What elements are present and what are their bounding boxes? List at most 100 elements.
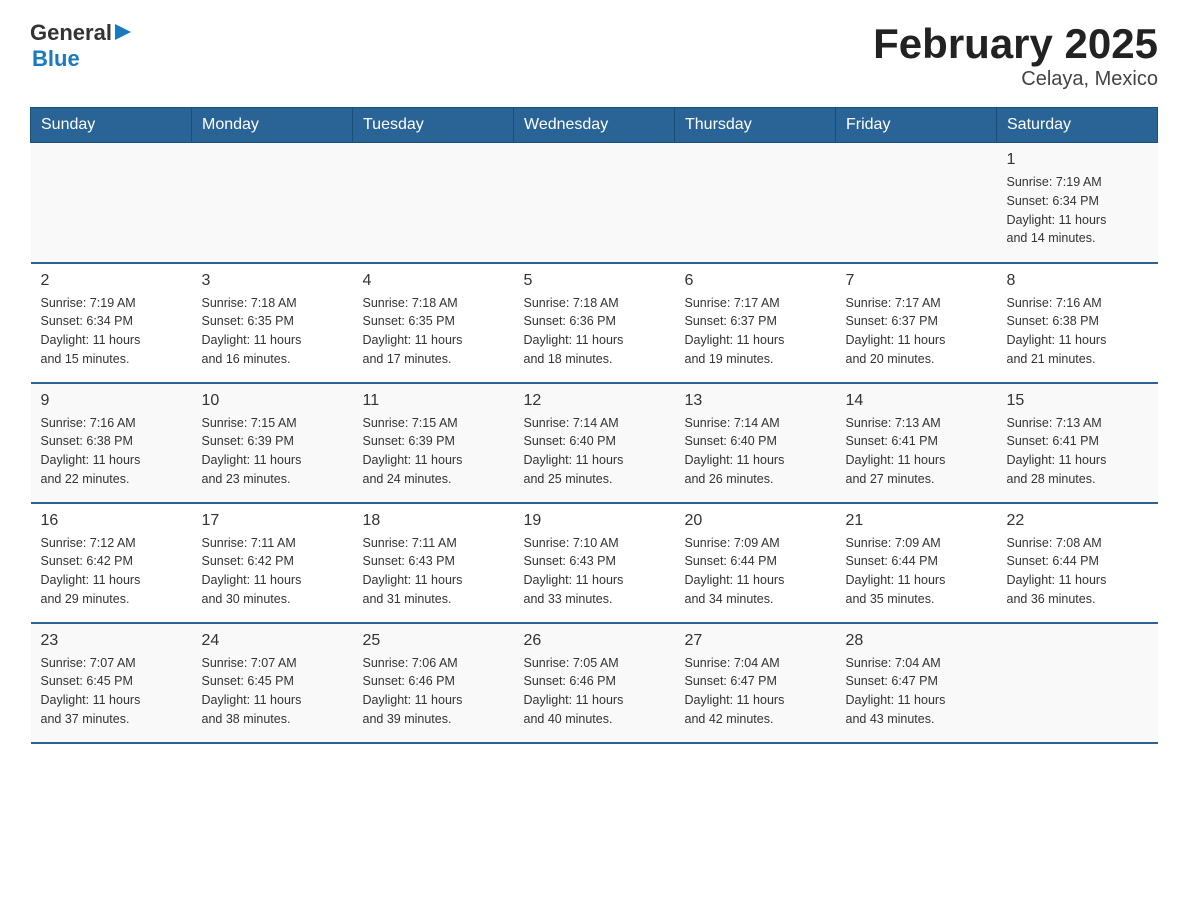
calendar-cell: 11Sunrise: 7:15 AM Sunset: 6:39 PM Dayli… [353, 383, 514, 503]
logo: General Blue [30, 20, 131, 72]
title-section: February 2025 Celaya, Mexico [873, 20, 1158, 91]
day-header-sunday: Sunday [31, 108, 192, 143]
calendar-cell [997, 623, 1158, 743]
day-number: 19 [524, 512, 665, 530]
day-info: Sunrise: 7:14 AM Sunset: 6:40 PM Dayligh… [685, 414, 826, 489]
calendar-cell: 4Sunrise: 7:18 AM Sunset: 6:35 PM Daylig… [353, 263, 514, 383]
day-info: Sunrise: 7:19 AM Sunset: 6:34 PM Dayligh… [41, 294, 182, 369]
logo-arrow-icon [115, 24, 131, 45]
day-number: 13 [685, 392, 826, 410]
day-number: 27 [685, 632, 826, 650]
day-number: 10 [202, 392, 343, 410]
calendar-cell: 2 Sunrise: 7:19 AM Sunset: 6:34 PM Daylig… [31, 263, 192, 383]
day-header-monday: Monday [192, 108, 353, 143]
day-info: Sunrise: 7:04 AM Sunset: 6:47 PM Dayligh… [846, 654, 987, 729]
day-info: Sunrise: 7:14 AM Sunset: 6:40 PM Dayligh… [524, 414, 665, 489]
day-info: Sunrise: 7:18 AM Sunset: 6:36 PM Dayligh… [524, 294, 665, 369]
day-number: 3 [202, 272, 343, 290]
page-title: February 2025 [873, 20, 1158, 68]
day-info: Sunrise: 7:05 AM Sunset: 6:46 PM Dayligh… [524, 654, 665, 729]
day-info: Sunrise: 7:11 AM Sunset: 6:43 PM Dayligh… [363, 534, 504, 609]
day-info: Sunrise: 7:18 AM Sunset: 6:35 PM Dayligh… [202, 294, 343, 369]
day-number: 18 [363, 512, 504, 530]
calendar-cell: 10Sunrise: 7:15 AM Sunset: 6:39 PM Dayli… [192, 383, 353, 503]
day-number: 7 [846, 272, 987, 290]
calendar-cell [836, 143, 997, 263]
day-number: 5 [524, 272, 665, 290]
week-row-3: 9Sunrise: 7:16 AM Sunset: 6:38 PM Daylig… [31, 383, 1158, 503]
calendar-cell: 3 Sunrise: 7:18 AM Sunset: 6:35 PM Daylig… [192, 263, 353, 383]
day-number: 20 [685, 512, 826, 530]
calendar-cell: 21 Sunrise: 7:09 AM Sunset: 6:44 PM Dayli… [836, 503, 997, 623]
week-row-4: 16 Sunrise: 7:12 AM Sunset: 6:42 PM Dayli… [31, 503, 1158, 623]
page-header: General Blue February 2025 Celaya, Mexic… [30, 20, 1158, 91]
day-number: 1 [1007, 151, 1148, 169]
day-info: Sunrise: 7:15 AM Sunset: 6:39 PM Dayligh… [363, 414, 504, 489]
week-row-2: 2 Sunrise: 7:19 AM Sunset: 6:34 PM Daylig… [31, 263, 1158, 383]
week-row-1: 1 Sunrise: 7:19 AM Sunset: 6:34 PM Daylig… [31, 143, 1158, 263]
day-info: Sunrise: 7:16 AM Sunset: 6:38 PM Dayligh… [1007, 294, 1148, 369]
calendar-cell: 16 Sunrise: 7:12 AM Sunset: 6:42 PM Dayli… [31, 503, 192, 623]
calendar-cell: 8 Sunrise: 7:16 AM Sunset: 6:38 PM Daylig… [997, 263, 1158, 383]
calendar-cell: 17 Sunrise: 7:11 AM Sunset: 6:42 PM Dayli… [192, 503, 353, 623]
calendar-cell: 6 Sunrise: 7:17 AM Sunset: 6:37 PM Daylig… [675, 263, 836, 383]
day-header-saturday: Saturday [997, 108, 1158, 143]
day-number: 12 [524, 392, 665, 410]
calendar-cell: 27 Sunrise: 7:04 AM Sunset: 6:47 PM Dayli… [675, 623, 836, 743]
day-number: 28 [846, 632, 987, 650]
day-info: Sunrise: 7:04 AM Sunset: 6:47 PM Dayligh… [685, 654, 826, 729]
calendar-cell: 22Sunrise: 7:08 AM Sunset: 6:44 PM Dayli… [997, 503, 1158, 623]
calendar-cell: 12 Sunrise: 7:14 AM Sunset: 6:40 PM Dayli… [514, 383, 675, 503]
calendar-cell: 7 Sunrise: 7:17 AM Sunset: 6:37 PM Daylig… [836, 263, 997, 383]
logo-blue-text: Blue [32, 46, 80, 71]
calendar-cell [675, 143, 836, 263]
calendar-cell [31, 143, 192, 263]
calendar-cell: 5 Sunrise: 7:18 AM Sunset: 6:36 PM Daylig… [514, 263, 675, 383]
day-info: Sunrise: 7:18 AM Sunset: 6:35 PM Dayligh… [363, 294, 504, 369]
calendar-cell: 18 Sunrise: 7:11 AM Sunset: 6:43 PM Dayli… [353, 503, 514, 623]
day-header-tuesday: Tuesday [353, 108, 514, 143]
calendar-cell [192, 143, 353, 263]
day-number: 16 [41, 512, 182, 530]
calendar-cell [353, 143, 514, 263]
calendar-table: SundayMondayTuesdayWednesdayThursdayFrid… [30, 107, 1158, 744]
day-header-friday: Friday [836, 108, 997, 143]
calendar-cell: 9Sunrise: 7:16 AM Sunset: 6:38 PM Daylig… [31, 383, 192, 503]
day-number: 2 [41, 272, 182, 290]
calendar-cell: 13 Sunrise: 7:14 AM Sunset: 6:40 PM Dayli… [675, 383, 836, 503]
day-info: Sunrise: 7:13 AM Sunset: 6:41 PM Dayligh… [846, 414, 987, 489]
day-info: Sunrise: 7:06 AM Sunset: 6:46 PM Dayligh… [363, 654, 504, 729]
day-number: 17 [202, 512, 343, 530]
calendar-cell: 24 Sunrise: 7:07 AM Sunset: 6:45 PM Dayli… [192, 623, 353, 743]
day-number: 25 [363, 632, 504, 650]
calendar-cell: 20 Sunrise: 7:09 AM Sunset: 6:44 PM Dayli… [675, 503, 836, 623]
day-number: 21 [846, 512, 987, 530]
calendar-cell: 25 Sunrise: 7:06 AM Sunset: 6:46 PM Dayli… [353, 623, 514, 743]
day-info: Sunrise: 7:09 AM Sunset: 6:44 PM Dayligh… [846, 534, 987, 609]
day-number: 6 [685, 272, 826, 290]
week-row-5: 23 Sunrise: 7:07 AM Sunset: 6:45 PM Dayli… [31, 623, 1158, 743]
logo-general-text: General [30, 20, 112, 46]
calendar-cell: 23Sunrise: 7:07 AM Sunset: 6:45 PM Dayli… [31, 623, 192, 743]
calendar-cell: 19Sunrise: 7:10 AM Sunset: 6:43 PM Dayli… [514, 503, 675, 623]
calendar-cell: 14 Sunrise: 7:13 AM Sunset: 6:41 PM Dayli… [836, 383, 997, 503]
day-number: 15 [1007, 392, 1148, 410]
day-number: 26 [524, 632, 665, 650]
day-info: Sunrise: 7:13 AM Sunset: 6:41 PM Dayligh… [1007, 414, 1148, 489]
day-info: Sunrise: 7:17 AM Sunset: 6:37 PM Dayligh… [846, 294, 987, 369]
calendar-cell: 26 Sunrise: 7:05 AM Sunset: 6:46 PM Dayli… [514, 623, 675, 743]
day-number: 14 [846, 392, 987, 410]
day-number: 9 [41, 392, 182, 410]
day-info: Sunrise: 7:09 AM Sunset: 6:44 PM Dayligh… [685, 534, 826, 609]
day-number: 8 [1007, 272, 1148, 290]
day-info: Sunrise: 7:17 AM Sunset: 6:37 PM Dayligh… [685, 294, 826, 369]
day-info: Sunrise: 7:07 AM Sunset: 6:45 PM Dayligh… [202, 654, 343, 729]
day-info: Sunrise: 7:19 AM Sunset: 6:34 PM Dayligh… [1007, 173, 1148, 248]
day-info: Sunrise: 7:11 AM Sunset: 6:42 PM Dayligh… [202, 534, 343, 609]
day-number: 24 [202, 632, 343, 650]
calendar-cell: 28 Sunrise: 7:04 AM Sunset: 6:47 PM Dayli… [836, 623, 997, 743]
calendar-cell [514, 143, 675, 263]
day-info: Sunrise: 7:12 AM Sunset: 6:42 PM Dayligh… [41, 534, 182, 609]
day-number: 23 [41, 632, 182, 650]
page-subtitle: Celaya, Mexico [873, 68, 1158, 91]
